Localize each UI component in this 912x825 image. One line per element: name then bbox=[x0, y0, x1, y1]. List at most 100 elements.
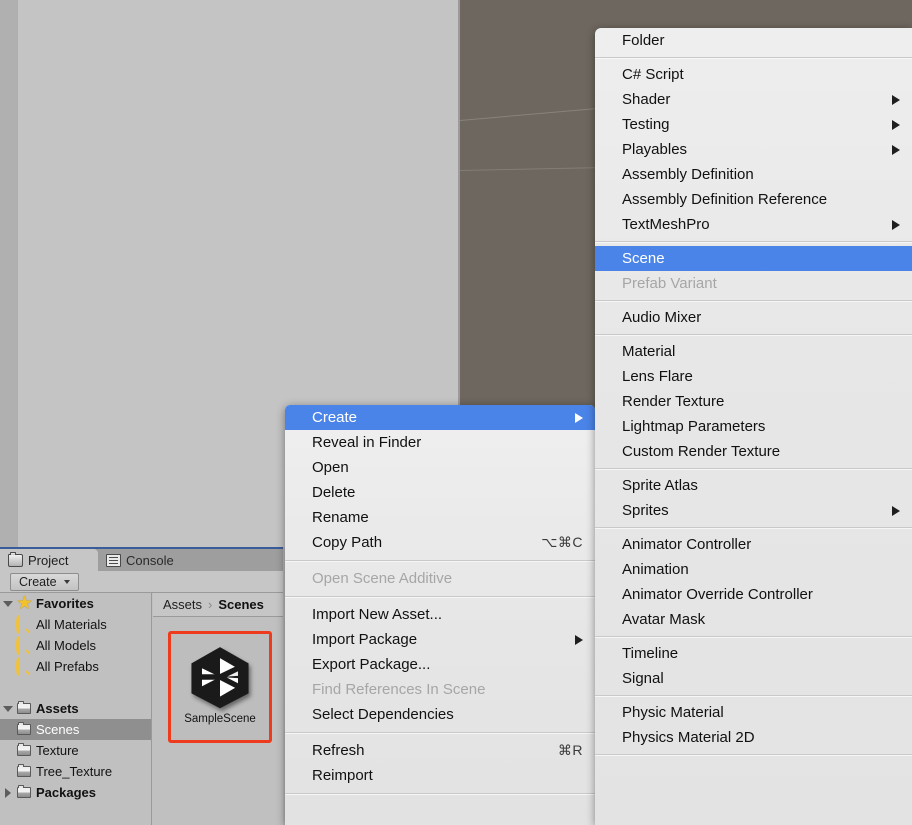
submenu-item-sprite-atlas[interactable]: Sprite Atlas bbox=[595, 473, 912, 498]
submenu-arrow-icon bbox=[892, 219, 900, 230]
menu-separator bbox=[285, 596, 595, 597]
submenu-item-assembly-definition-reference[interactable]: Assembly Definition Reference bbox=[595, 187, 912, 212]
chevron-down-icon bbox=[3, 705, 13, 712]
menu-item-delete[interactable]: Delete bbox=[285, 480, 595, 505]
submenu-item-physics-material-2d[interactable]: Physics Material 2D bbox=[595, 725, 912, 750]
submenu-item-lens-flare[interactable]: Lens Flare bbox=[595, 364, 912, 389]
submenu-item-lightmap-parameters[interactable]: Lightmap Parameters bbox=[595, 414, 912, 439]
tab-console-label: Console bbox=[126, 552, 174, 568]
submenu-item-material[interactable]: Material bbox=[595, 339, 912, 364]
create-submenu[interactable]: Folder C# Script Shader Testing Playable… bbox=[595, 28, 912, 825]
breadcrumb-root[interactable]: Assets bbox=[163, 597, 202, 612]
tab-project[interactable]: Project bbox=[0, 549, 98, 571]
submenu-item-shader[interactable]: Shader bbox=[595, 87, 912, 112]
menu-item-select-dependencies[interactable]: Select Dependencies bbox=[285, 702, 595, 727]
submenu-item-textmeshpro[interactable]: TextMeshPro bbox=[595, 212, 912, 237]
menu-item-label: Timeline bbox=[622, 645, 679, 662]
submenu-item-animation[interactable]: Animation bbox=[595, 557, 912, 582]
left-gutter bbox=[0, 0, 18, 547]
tree-item-texture[interactable]: Texture bbox=[0, 740, 151, 761]
menu-separator bbox=[595, 300, 912, 301]
menu-separator bbox=[595, 241, 912, 242]
tree-item-assets[interactable]: Assets bbox=[0, 698, 151, 719]
menu-item-create[interactable]: Create bbox=[285, 405, 595, 430]
menu-item-label: Import New Asset... bbox=[312, 606, 443, 623]
tree-item-favorites[interactable]: ★ Favorites bbox=[0, 593, 151, 614]
menu-item-label: Signal bbox=[622, 670, 664, 687]
menu-item-find-references-in-scene: Find References In Scene bbox=[285, 677, 595, 702]
tree-item-all-models[interactable]: All Models bbox=[0, 635, 151, 656]
menu-item-open[interactable]: Open bbox=[285, 455, 595, 480]
menu-item-label: Open bbox=[312, 459, 349, 476]
tree-item-label: All Models bbox=[36, 638, 96, 653]
submenu-item-animator-controller[interactable]: Animator Controller bbox=[595, 532, 912, 557]
tree-item-packages[interactable]: Packages bbox=[0, 782, 151, 803]
twisty-toggle[interactable] bbox=[0, 782, 16, 803]
menu-item-label: Prefab Variant bbox=[622, 275, 717, 292]
menu-item-import-new-asset[interactable]: Import New Asset... bbox=[285, 602, 595, 627]
menu-separator bbox=[595, 636, 912, 637]
submenu-item-scene[interactable]: Scene bbox=[595, 246, 912, 271]
submenu-item-audio-mixer[interactable]: Audio Mixer bbox=[595, 305, 912, 330]
tab-project-label: Project bbox=[28, 552, 69, 568]
tree-item-tree-texture[interactable]: Tree_Texture bbox=[0, 761, 151, 782]
tree-item-label: Favorites bbox=[36, 596, 94, 611]
submenu-item-sprites[interactable]: Sprites bbox=[595, 498, 912, 523]
submenu-item-render-texture[interactable]: Render Texture bbox=[595, 389, 912, 414]
asset-context-menu[interactable]: Create Reveal in Finder Open Delete Rena… bbox=[285, 405, 595, 825]
menu-item-label: Physics Material 2D bbox=[622, 729, 755, 746]
menu-item-open-scene-additive: Open Scene Additive bbox=[285, 566, 595, 591]
menu-separator bbox=[595, 695, 912, 696]
submenu-item-folder[interactable]: Folder bbox=[595, 28, 912, 53]
menu-item-reimport[interactable]: Reimport bbox=[285, 763, 595, 788]
submenu-item-testing[interactable]: Testing bbox=[595, 112, 912, 137]
tree-item-scenes[interactable]: Scenes bbox=[0, 719, 151, 740]
menu-item-copy-path[interactable]: Copy Path ⌥⌘C bbox=[285, 530, 595, 555]
submenu-item-playables[interactable]: Playables bbox=[595, 137, 912, 162]
project-asset-grid[interactable]: Assets › Scenes SampleScene bbox=[153, 593, 283, 825]
submenu-item-avatar-mask[interactable]: Avatar Mask bbox=[595, 607, 912, 632]
menu-item-label: Lens Flare bbox=[622, 368, 693, 385]
project-tree-pane[interactable]: ★ Favorites All Materials All Models All… bbox=[0, 593, 152, 825]
menu-item-rename[interactable]: Rename bbox=[285, 505, 595, 530]
submenu-item-animator-override-controller[interactable]: Animator Override Controller bbox=[595, 582, 912, 607]
submenu-item-custom-render-texture[interactable]: Custom Render Texture bbox=[595, 439, 912, 464]
create-dropdown-button[interactable]: Create bbox=[10, 573, 79, 591]
menu-item-refresh[interactable]: Refresh ⌘R bbox=[285, 738, 595, 763]
folder-icon bbox=[16, 701, 33, 716]
tree-item-all-materials[interactable]: All Materials bbox=[0, 614, 151, 635]
tab-console[interactable]: Console bbox=[98, 549, 198, 571]
chevron-right-icon bbox=[5, 787, 11, 798]
menu-item-label: Delete bbox=[312, 484, 356, 501]
folder-icon bbox=[16, 722, 33, 737]
submenu-item-assembly-definition[interactable]: Assembly Definition bbox=[595, 162, 912, 187]
menu-item-label: Shader bbox=[622, 91, 671, 108]
search-icon bbox=[16, 636, 33, 655]
menu-item-label: Reveal in Finder bbox=[312, 434, 422, 451]
project-toolbar: Create bbox=[0, 571, 283, 593]
submenu-item-timeline[interactable]: Timeline bbox=[595, 641, 912, 666]
menu-item-shortcut-refresh: ⌘R bbox=[557, 742, 583, 758]
menu-item-label: Rename bbox=[312, 509, 369, 526]
breadcrumb: Assets › Scenes bbox=[153, 593, 283, 617]
submenu-item-physic-material[interactable]: Physic Material bbox=[595, 700, 912, 725]
twisty-toggle[interactable] bbox=[0, 593, 16, 614]
tree-item-label: All Materials bbox=[36, 617, 107, 632]
breadcrumb-current[interactable]: Scenes bbox=[218, 597, 264, 612]
menu-item-import-package[interactable]: Import Package bbox=[285, 627, 595, 652]
chevron-down-icon bbox=[63, 580, 70, 584]
submenu-item-c-sharp-script[interactable]: C# Script bbox=[595, 62, 912, 87]
menu-item-export-package[interactable]: Export Package... bbox=[285, 652, 595, 677]
tree-item-label: Scenes bbox=[36, 722, 80, 737]
twisty-toggle[interactable] bbox=[0, 698, 16, 719]
menu-item-reveal-in-finder[interactable]: Reveal in Finder bbox=[285, 430, 595, 455]
submenu-item-prefab-variant: Prefab Variant bbox=[595, 271, 912, 296]
submenu-item-signal[interactable]: Signal bbox=[595, 666, 912, 691]
create-button-label: Create bbox=[19, 575, 57, 589]
star-icon: ★ bbox=[17, 595, 32, 612]
tree-item-label: Tree_Texture bbox=[36, 764, 113, 779]
folder-icon bbox=[8, 551, 23, 567]
asset-tile-samplescene[interactable]: SampleScene bbox=[168, 631, 272, 743]
tree-item-all-prefabs[interactable]: All Prefabs bbox=[0, 656, 151, 677]
